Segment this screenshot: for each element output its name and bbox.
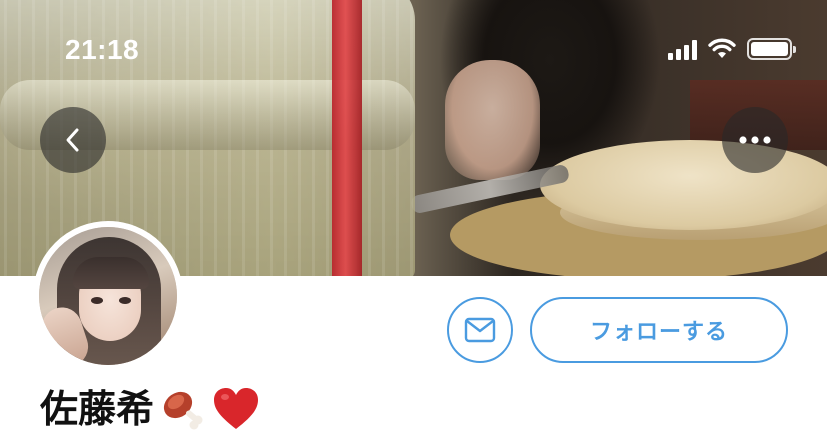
back-button[interactable]: [40, 107, 106, 173]
meat-on-bone-icon: [163, 391, 203, 430]
red-heart-icon: [214, 388, 259, 429]
status-bar-icons: [668, 38, 796, 60]
message-button[interactable]: [447, 297, 513, 363]
battery-icon: [747, 38, 796, 60]
more-horizontal-icon: [739, 136, 771, 144]
display-name: 佐藤希: [40, 387, 155, 431]
status-bar-time: 21:18: [65, 34, 140, 65]
follow-button[interactable]: フォローする: [530, 297, 788, 363]
display-name-row: 佐藤希: [40, 384, 260, 434]
chevron-left-icon: [66, 128, 79, 152]
profile-screen: 21:18 フォローする 佐藤希: [0, 0, 827, 444]
avatar[interactable]: [33, 221, 183, 371]
wifi-icon: [708, 38, 736, 58]
cellular-signal-icon: [668, 39, 697, 60]
more-options-button[interactable]: [722, 107, 788, 173]
envelope-icon: [464, 317, 496, 343]
